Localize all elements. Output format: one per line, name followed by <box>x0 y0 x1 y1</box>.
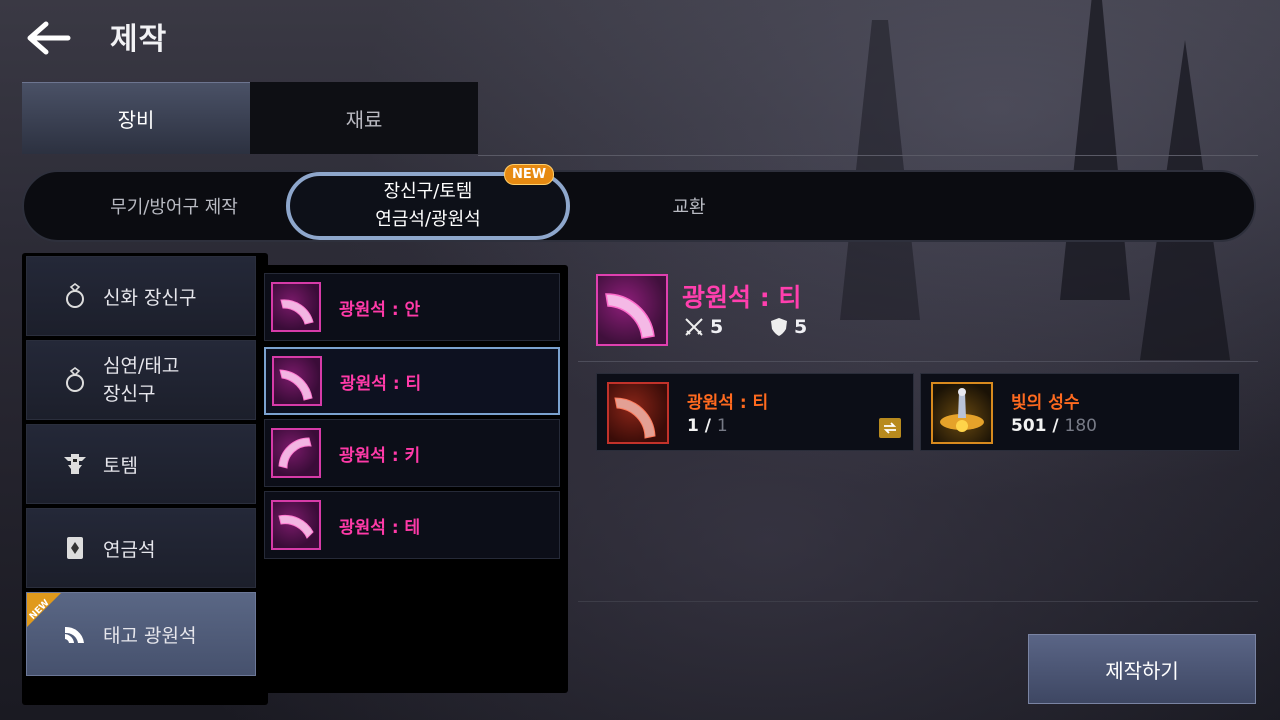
page-title: 제작 <box>110 22 168 57</box>
category-label: 신화 장신구 <box>103 286 197 309</box>
list-item[interactable]: 광원석 : 안 <box>264 273 560 341</box>
holy-water-icon <box>931 382 993 444</box>
category-label: 연금석 <box>103 538 156 561</box>
category-totem[interactable]: 토템 <box>26 424 256 504</box>
list-item[interactable]: 광원석 : 키 <box>264 419 560 487</box>
subtab-weapon-armor[interactable]: 무기/방어구 제작 <box>54 172 294 240</box>
category-mythic-accessory[interactable]: 신화 장신구 <box>26 256 256 336</box>
material-required: 1 <box>716 416 728 436</box>
defense-value: 5 <box>794 316 808 338</box>
category-label: 토템 <box>103 454 138 477</box>
main-tabs: 장비 재료 <box>22 82 478 154</box>
category-label: 태고 광원석 <box>103 624 197 647</box>
swap-icon[interactable] <box>879 418 901 438</box>
material-card[interactable]: 광원석 : 티 1 / 1 <box>596 373 914 451</box>
light-stone-icon <box>271 500 321 550</box>
material-name: 빛의 성수 <box>1011 393 1080 413</box>
shield-icon <box>771 318 787 336</box>
new-badge: NEW <box>504 164 555 185</box>
attack-stat: 5 <box>684 316 723 338</box>
attack-value: 5 <box>710 316 724 338</box>
ring-icon <box>53 283 97 309</box>
category-label-line2: 장신구 <box>103 383 156 405</box>
light-stone-icon <box>271 282 321 332</box>
material-owned: 501 / <box>1011 416 1065 436</box>
item-list-panel: 광원석 : 안 광원석 : 티 광원석 : 키 광원석 : 테 <box>258 265 568 693</box>
material-name: 광원석 : 티 <box>687 393 769 413</box>
item-name: 광원석 : 테 <box>339 517 421 538</box>
category-label-line1: 심연/태고 <box>103 355 180 377</box>
divider <box>578 601 1258 602</box>
subtab-label-line2: 연금석/광원석 <box>375 209 481 230</box>
material-owned: 1 / <box>687 416 717 436</box>
craft-button[interactable]: 제작하기 <box>1028 634 1256 704</box>
selected-item-name: 광원석 : 티 <box>682 283 802 312</box>
light-stone-icon <box>271 428 321 478</box>
category-alchemy-stone[interactable]: 연금석 <box>26 508 256 588</box>
category-primal-light-stone[interactable]: NEW 태고 광원석 <box>26 592 256 676</box>
material-required: 180 <box>1064 416 1097 436</box>
back-button[interactable] <box>22 16 74 60</box>
ring-icon <box>53 367 97 393</box>
light-stone-icon <box>272 356 322 406</box>
tab-materials[interactable]: 재료 <box>250 82 478 154</box>
arrow-left-icon <box>27 21 71 55</box>
material-count: 501 / 180 <box>1011 416 1097 436</box>
list-item-selected[interactable]: 광원석 : 티 <box>264 347 560 415</box>
selected-item-icon <box>596 274 668 346</box>
defense-stat: 5 <box>770 316 807 338</box>
subtab-exchange[interactable]: 교환 <box>584 172 794 240</box>
subtab-label-line1: 장신구/토템 <box>383 181 473 202</box>
item-name: 광원석 : 티 <box>340 373 422 394</box>
material-count: 1 / 1 <box>687 416 728 436</box>
category-panel: 신화 장신구 심연/태고 장신구 토템 연금석 NEW 태고 광원석 <box>22 253 268 705</box>
totem-icon <box>53 451 97 477</box>
crossed-swords-icon <box>685 318 703 336</box>
background-tree <box>1060 0 1130 300</box>
list-item[interactable]: 광원석 : 테 <box>264 491 560 559</box>
tab-equipment[interactable]: 장비 <box>22 82 250 154</box>
tab-divider <box>478 155 1258 156</box>
sub-tabs: 무기/방어구 제작 장신구/토템 연금석/광원석 교환 <box>22 170 1256 242</box>
item-name: 광원석 : 안 <box>339 299 421 320</box>
light-stone-material-icon <box>607 382 669 444</box>
divider <box>578 361 1258 362</box>
category-abyss-primal-accessory[interactable]: 심연/태고 장신구 <box>26 340 256 420</box>
alchemy-stone-icon <box>53 535 97 561</box>
item-name: 광원석 : 키 <box>339 445 421 466</box>
material-card[interactable]: 빛의 성수 501 / 180 <box>920 373 1240 451</box>
